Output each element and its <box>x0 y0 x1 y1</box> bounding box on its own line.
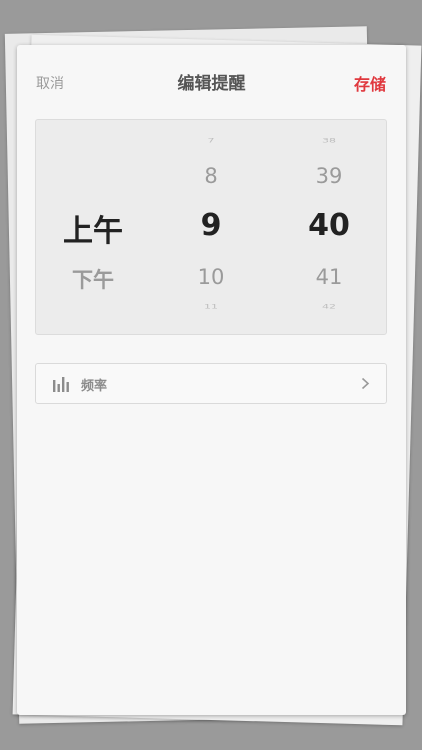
ampm-option-pm[interactable]: 下午 <box>52 264 134 294</box>
minute-wheel[interactable]: 38 39 40 41 42 <box>288 120 370 334</box>
hour-option[interactable]: 7 <box>172 137 250 144</box>
minute-selected[interactable]: 40 <box>288 208 370 243</box>
hour-option[interactable]: 8 <box>172 164 250 188</box>
hour-wheel[interactable]: 7 8 9 10 11 <box>172 120 250 334</box>
edit-reminder-dialog: 取消 编辑提醒 存储 上午 下午 7 8 9 10 11 38 39 40 41… <box>17 45 406 715</box>
minute-option[interactable]: 38 <box>288 137 370 144</box>
bar-chart-icon <box>53 377 69 392</box>
save-button[interactable]: 存储 <box>354 71 386 95</box>
dialog-title: 编辑提醒 <box>177 74 246 94</box>
minute-option[interactable]: 39 <box>288 164 370 188</box>
hour-selected[interactable]: 9 <box>172 208 250 243</box>
hour-option[interactable]: 10 <box>172 265 250 289</box>
minute-option[interactable]: 41 <box>288 265 370 289</box>
time-picker[interactable]: 上午 下午 7 8 9 10 11 38 39 40 41 42 <box>35 119 387 335</box>
frequency-label: 频率 <box>81 379 108 394</box>
dialog-header: 取消 编辑提醒 存储 <box>17 45 406 117</box>
hour-option[interactable]: 11 <box>172 303 250 310</box>
ampm-wheel[interactable]: 上午 下午 <box>52 120 134 334</box>
chevron-right-icon <box>361 377 370 390</box>
minute-option[interactable]: 42 <box>288 303 370 310</box>
ampm-selected[interactable]: 上午 <box>52 206 134 250</box>
frequency-row[interactable]: 频率 <box>35 363 387 404</box>
